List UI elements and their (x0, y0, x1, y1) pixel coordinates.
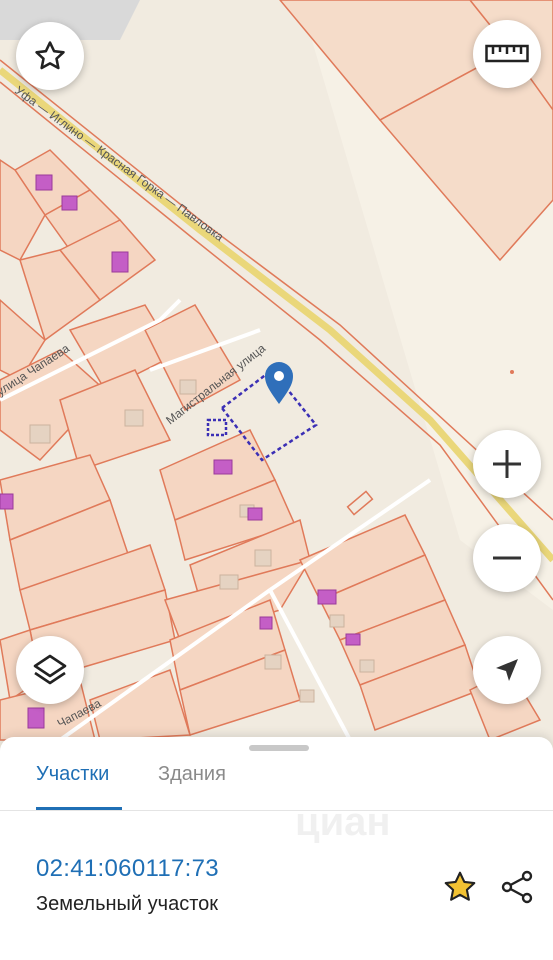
cadastral-number-link[interactable]: 02:41:060117:73 (36, 855, 219, 883)
layers-button[interactable] (16, 636, 84, 704)
ruler-icon (485, 44, 529, 63)
layers-icon (33, 654, 67, 685)
share-icon (501, 870, 533, 904)
divider (0, 810, 553, 811)
minus-icon (493, 556, 521, 560)
share-button[interactable] (497, 867, 537, 907)
tab-buildings[interactable]: Здания (158, 763, 226, 786)
star-filled-icon (444, 871, 476, 901)
add-to-favorites-button[interactable] (440, 867, 480, 907)
locate-me-button[interactable] (473, 636, 541, 704)
navigation-arrow-icon (496, 659, 518, 681)
object-type-label: Земельный участок (36, 893, 219, 915)
zoom-in-button[interactable] (473, 430, 541, 498)
favorites-button[interactable] (16, 22, 84, 90)
tab-parcels[interactable]: Участки (36, 763, 109, 786)
bottom-sheet: Участки Здания 02:41:060117:73 Земельный… (0, 737, 553, 960)
sheet-drag-handle[interactable] (249, 745, 309, 751)
zoom-out-button[interactable] (473, 524, 541, 592)
star-outline-icon (35, 41, 65, 70)
plus-icon (493, 450, 521, 478)
watermark: циан (295, 800, 391, 844)
ruler-button[interactable] (473, 20, 541, 88)
